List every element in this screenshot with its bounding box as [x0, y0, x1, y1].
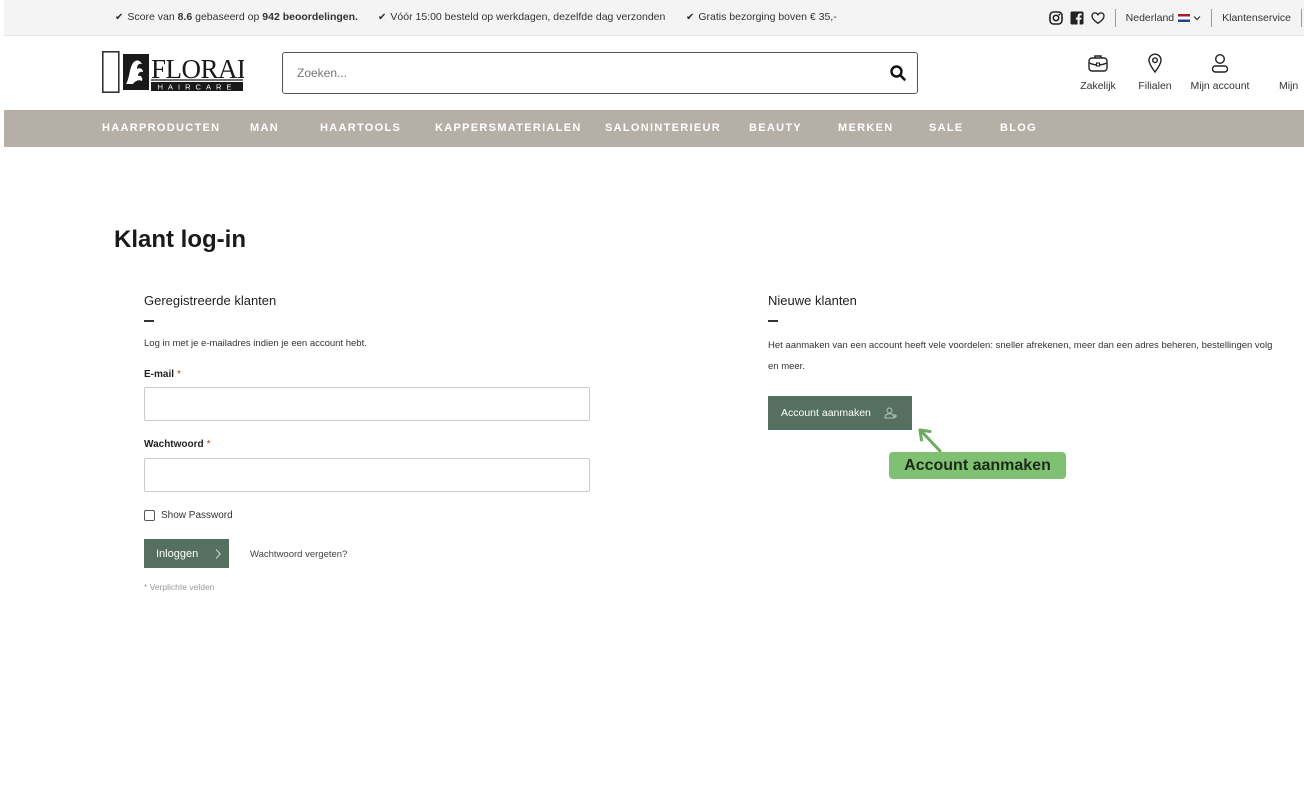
florale-haircare-logo[interactable]: FLORALE HAIRCARE — [102, 51, 244, 93]
nav-item-haartools[interactable]: HAARTOOLS — [320, 122, 401, 134]
chevron-right-icon — [215, 548, 222, 559]
nav-item-kappersmaterialen[interactable]: KAPPERSMATERIALEN — [435, 122, 582, 134]
email-field[interactable] — [144, 387, 590, 421]
briefcase-icon — [1088, 55, 1108, 72]
required-fields-note: * Verplichte velden — [144, 582, 215, 592]
divider — [1301, 9, 1302, 27]
review-count: 942 beoordelingen. — [262, 11, 358, 23]
registered-customers-title: Geregistreerde klanten — [144, 293, 277, 308]
nav-item-man[interactable]: MAN — [250, 122, 279, 134]
instagram-icon[interactable] — [1048, 11, 1063, 25]
usp-shipping: ✔ Vóór 15:00 besteld op werkdagen, dezelf… — [378, 11, 666, 23]
facebook-icon[interactable] — [1070, 11, 1084, 25]
login-button[interactable]: Inloggen — [144, 539, 229, 568]
check-icon: ✔ — [378, 12, 387, 23]
create-account-button[interactable]: Account aanmaken — [768, 396, 912, 430]
nav-item-beauty[interactable]: BEAUTY — [749, 122, 802, 134]
nav-item-sale[interactable]: SALE — [929, 122, 964, 134]
user-icon — [1211, 53, 1229, 73]
add-user-icon — [884, 407, 897, 419]
email-label: E-mail * — [144, 369, 181, 380]
password-field[interactable] — [144, 458, 590, 492]
header-stores-link[interactable]: Filialen — [1135, 52, 1175, 92]
forgot-password-link[interactable]: Wachtwoord vergeten? — [250, 549, 347, 560]
nav-item-saloninterieur[interactable]: SALONINTERIEUR — [605, 122, 721, 134]
page-title: Klant log-in — [114, 226, 246, 253]
search-icon[interactable] — [889, 64, 907, 82]
customer-service-link[interactable]: Klantenservice — [1222, 12, 1291, 24]
score-value: 8.6 — [177, 11, 193, 23]
check-icon: ✔ — [115, 12, 124, 23]
divider — [1211, 9, 1213, 27]
new-customers-text-end: en meer. — [768, 361, 805, 372]
usp-score: ✔ Score van 8.6 gebaseerd op 942 beoordel… — [115, 11, 358, 23]
annotation-arrow-icon — [918, 428, 942, 453]
check-icon: ✔ — [686, 12, 695, 23]
chevron-down-icon — [1193, 16, 1201, 21]
show-password-checkbox[interactable] — [144, 510, 155, 521]
svg-text:HAIRCARE: HAIRCARE — [158, 83, 237, 92]
location-pin-icon — [1148, 53, 1162, 74]
header-wishlist-link[interactable]: Mijn — [1279, 52, 1304, 92]
annotation-callout: Account aanmaken — [889, 452, 1066, 479]
header-account-link[interactable]: Mijn account — [1188, 52, 1252, 92]
main-navigation: HAARPRODUCTEN MAN HAARTOOLS KAPPERSMATER… — [4, 110, 1304, 147]
nav-item-blog[interactable]: BLOG — [1000, 122, 1037, 134]
show-password-label[interactable]: Show Password — [161, 510, 233, 521]
password-label: Wachtwoord * — [144, 439, 211, 450]
header-business-link[interactable]: Zakelijk — [1078, 52, 1118, 92]
dutch-flag-icon — [1178, 14, 1191, 22]
title-underline — [768, 320, 778, 322]
divider — [1114, 9, 1116, 27]
search-bar — [282, 52, 918, 94]
login-intro-text: Log in met je e-mailadres indien je een … — [144, 338, 367, 349]
usp-delivery: ✔ Gratis bezorging boven € 35,- — [686, 11, 837, 23]
country-selector[interactable]: Nederland — [1126, 12, 1201, 24]
top-info-bar: ✔ Score van 8.6 gebaseerd op 942 beoordel… — [4, 0, 1304, 36]
nav-item-merken[interactable]: MERKEN — [838, 122, 893, 134]
new-customers-title: Nieuwe klanten — [768, 293, 857, 308]
search-input[interactable] — [297, 63, 857, 83]
nav-item-haarproducten[interactable]: HAARPRODUCTEN — [102, 122, 220, 134]
top-right-links: Nederland Klantenservice — [1048, 8, 1304, 28]
new-customers-text: Het aanmaken van een account heeft vele … — [768, 340, 1273, 351]
title-underline — [144, 320, 154, 322]
heart-icon[interactable] — [1091, 11, 1105, 25]
